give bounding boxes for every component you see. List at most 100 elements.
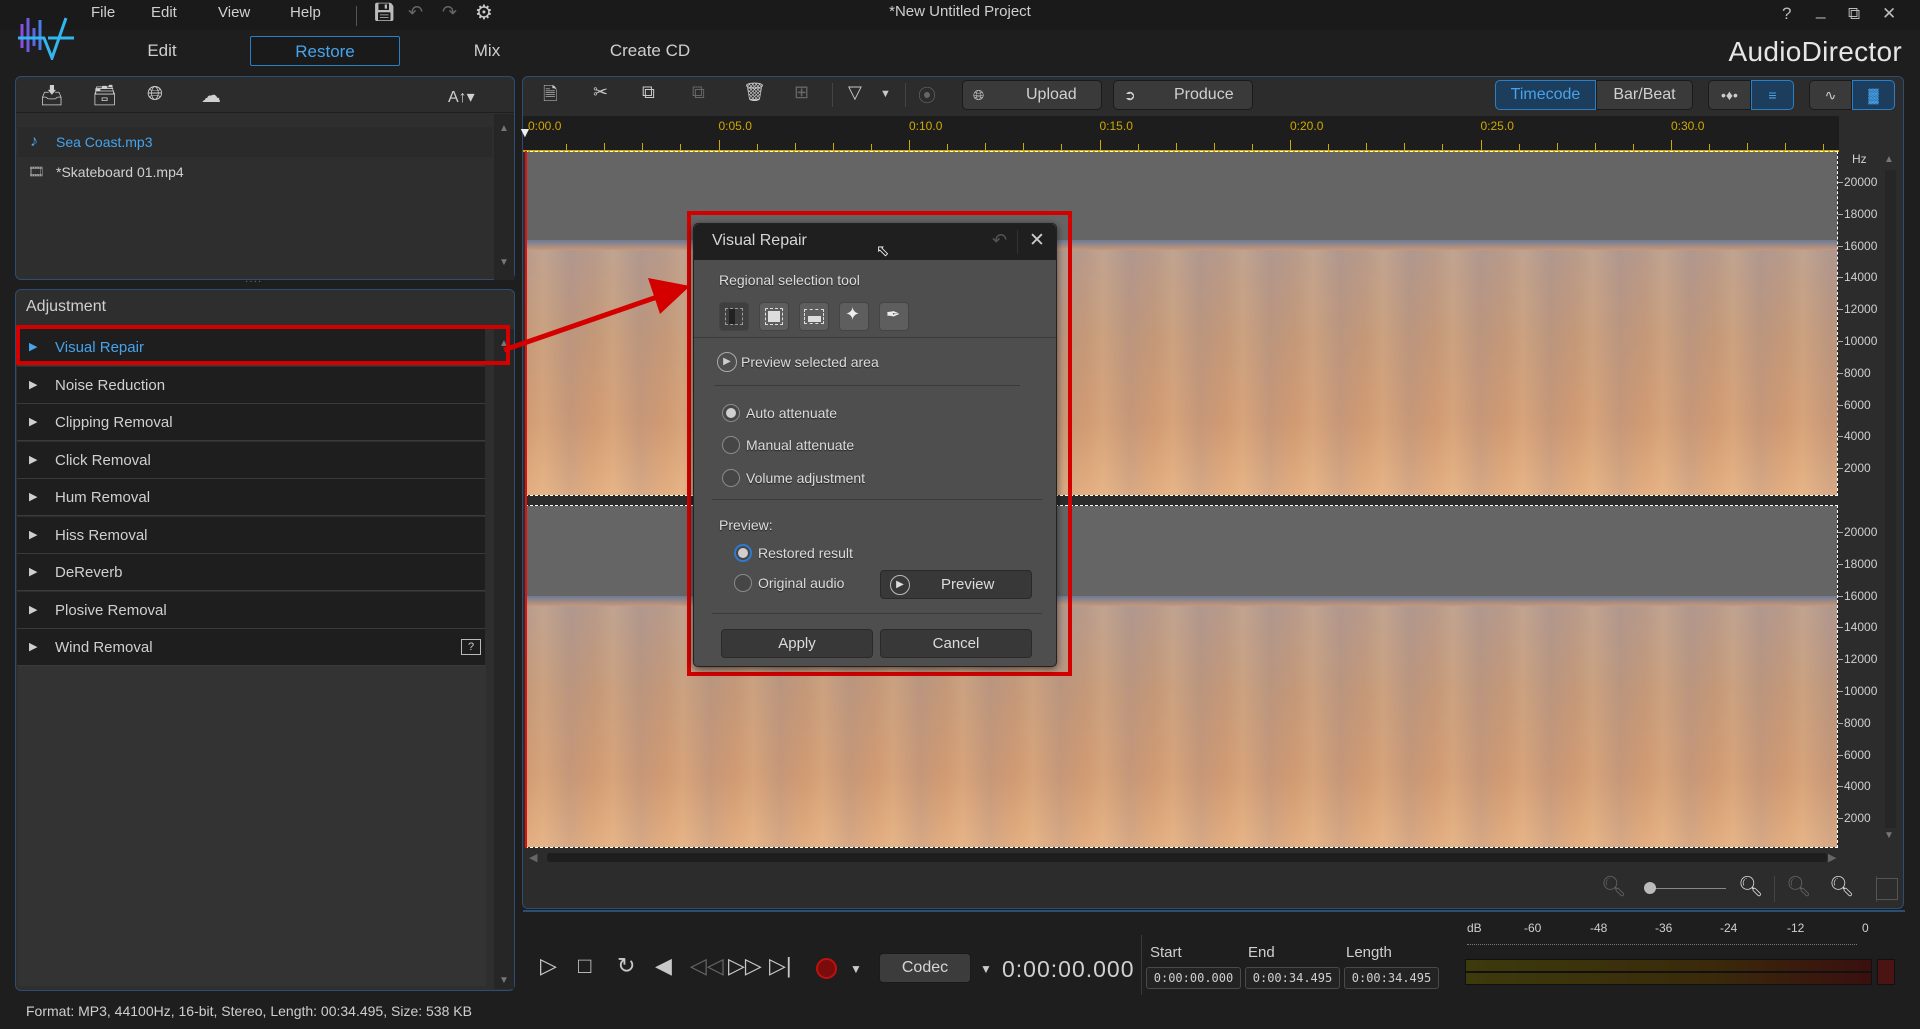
delete-icon[interactable]: 🗑︎ <box>743 82 766 106</box>
stop-icon[interactable]: □ <box>578 953 591 979</box>
adjustment-item-hum-removal[interactable]: ▶ Hum Removal <box>17 479 485 516</box>
end-time-field[interactable]: 0:00:34.495 <box>1245 967 1340 989</box>
adjustment-item-noise-reduction[interactable]: ▶ Noise Reduction <box>17 366 485 404</box>
settings-icon[interactable]: ⚙ <box>475 0 493 25</box>
tab-create-cd[interactable]: Create CD <box>590 36 710 66</box>
scroll-right-icon[interactable]: ▶ <box>1828 851 1836 864</box>
import-media-icon[interactable]: 📥︎ <box>39 83 64 108</box>
close-button[interactable]: ✕ <box>1882 4 1896 24</box>
menu-edit[interactable]: Edit <box>151 4 177 21</box>
marker-icon[interactable]: ▽ <box>848 82 862 106</box>
broadcast-icon[interactable]: ⦿ <box>918 82 936 106</box>
paste-icon[interactable]: ⧉ <box>692 82 705 106</box>
length-time-field[interactable]: 0:00:34.495 <box>1344 967 1439 989</box>
undo-icon[interactable]: ↶ <box>408 2 423 23</box>
scroll-down-icon[interactable]: ▼ <box>499 975 509 986</box>
restore-button[interactable]: ⧉ <box>1848 4 1860 24</box>
adjustment-scrollbar[interactable] <box>494 329 514 989</box>
redo-icon[interactable]: ↷ <box>442 2 457 23</box>
adjustment-item-wind-removal[interactable]: ▶ Wind Removal? <box>17 629 485 666</box>
horizontal-scrollbar[interactable] <box>547 853 1827 862</box>
minimize-button[interactable]: _ <box>1816 0 1825 20</box>
original-audio-radio[interactable] <box>734 574 752 592</box>
copy-icon[interactable]: ⧉ <box>642 82 655 106</box>
waveform-mono-icon[interactable]: •♦• <box>1708 80 1751 110</box>
scroll-left-icon[interactable]: ◀ <box>529 851 537 864</box>
barbeat-toggle[interactable]: Bar/Beat <box>1596 80 1693 110</box>
record-dropdown-icon[interactable]: ▼ <box>850 962 862 976</box>
loop-icon[interactable]: ↻ <box>617 953 635 979</box>
volume-adjustment-radio[interactable] <box>722 469 740 487</box>
import-list-icon[interactable]: 🗃︎ <box>92 83 117 108</box>
scroll-up-icon[interactable]: ▲ <box>499 123 509 134</box>
menu-file[interactable]: File <box>91 4 115 21</box>
timecode-toggle[interactable]: Timecode <box>1495 80 1596 110</box>
time-ruler[interactable]: 0:00.0 0:05.0 0:10.0 0:15.0 0:20.0 0:25.0 0:30… <box>523 116 1839 150</box>
playhead-icon[interactable]: ▼ <box>518 124 532 140</box>
save-icon[interactable]: 💾︎ <box>373 2 396 23</box>
codec-dropdown-icon[interactable]: ▼ <box>980 962 992 976</box>
zoom-slider-handle[interactable] <box>1644 882 1656 894</box>
frequency-scrollbar[interactable] <box>1885 170 1896 828</box>
time-selection-tool[interactable] <box>719 302 749 331</box>
zoom-in-horizontal-icon[interactable]: 🔍︎ <box>1738 874 1763 899</box>
codec-button[interactable]: Codec <box>879 953 971 983</box>
manual-attenuate-radio[interactable] <box>722 436 740 454</box>
brush-tool[interactable]: ✒ <box>879 302 909 331</box>
waveform-view-icon[interactable]: ∿ <box>1809 80 1852 110</box>
library-item[interactable]: 🎞︎ *Skateboard 01.mp4 <box>18 157 492 187</box>
tab-edit[interactable]: Edit <box>130 36 194 66</box>
frequency-selection-tool[interactable] <box>799 302 829 331</box>
preview-button[interactable]: ▶ Preview <box>880 570 1032 599</box>
preview-selected-area-link[interactable]: Preview selected area <box>741 354 879 370</box>
rewind-icon[interactable]: ◁◁ <box>690 953 724 979</box>
marker-dropdown-icon[interactable]: ▼ <box>880 88 891 112</box>
help-icon[interactable]: ? <box>461 639 481 655</box>
cloud-icon[interactable]: ☁ <box>201 83 221 108</box>
adjustment-item-click-removal[interactable]: ▶ Click Removal <box>17 441 485 479</box>
adjustment-item-dereverb[interactable]: ▶ DeReverb <box>17 554 485 591</box>
upload-button[interactable]: 🌐︎ Upload <box>962 80 1102 110</box>
undo-icon[interactable]: ↶ <box>992 230 1007 251</box>
cancel-button[interactable]: Cancel <box>880 629 1032 658</box>
rectangle-selection-tool[interactable] <box>759 302 789 331</box>
help-button[interactable]: ? <box>1782 4 1791 24</box>
download-online-icon[interactable]: 🌐︎ <box>147 83 163 106</box>
menu-help[interactable]: Help <box>290 4 321 21</box>
preview-area-play-icon[interactable]: ▶ <box>717 352 737 372</box>
scroll-down-icon[interactable]: ▼ <box>1884 830 1894 841</box>
scroll-up-icon[interactable]: ▲ <box>1884 154 1894 165</box>
clip-indicator[interactable] <box>1877 959 1895 985</box>
magic-wand-tool[interactable]: ✦ <box>839 302 869 331</box>
spectral-view-icon[interactable]: ▓ <box>1852 80 1895 110</box>
fit-view-icon[interactable] <box>1876 878 1898 900</box>
record-button[interactable] <box>816 958 837 979</box>
tab-mix[interactable]: Mix <box>455 36 519 66</box>
sort-button[interactable]: A↑▾ <box>448 87 475 107</box>
zoom-in-vertical-icon[interactable]: 🔍︎ <box>1829 874 1854 899</box>
produce-button[interactable]: ➲ Produce <box>1113 80 1253 110</box>
start-time-field[interactable]: 0:00:00.000 <box>1146 967 1241 989</box>
adjustment-item-plosive-removal[interactable]: ▶ Plosive Removal <box>17 591 485 629</box>
tab-restore[interactable]: Restore <box>250 36 400 66</box>
library-scrollbar[interactable] <box>494 114 514 280</box>
play-icon[interactable]: ▷ <box>540 953 557 979</box>
zoom-out-vertical-icon[interactable]: 🔍︎ <box>1786 874 1811 899</box>
apply-button[interactable]: Apply <box>721 629 873 658</box>
menu-view[interactable]: View <box>218 4 250 21</box>
panel-resize-handle[interactable]: ···· <box>245 276 262 287</box>
cut-icon[interactable]: ✂ <box>593 82 608 106</box>
restored-result-radio[interactable] <box>734 544 752 562</box>
close-icon[interactable]: ✕ <box>1029 229 1045 252</box>
fast-forward-icon[interactable]: ▷▷ <box>728 953 762 979</box>
properties-icon[interactable]: 🗎︎ <box>543 82 557 106</box>
scroll-down-icon[interactable]: ▼ <box>499 257 509 268</box>
crop-icon[interactable]: ⊞ <box>794 82 809 106</box>
adjustment-item-clipping-removal[interactable]: ▶ Clipping Removal <box>17 404 485 441</box>
adjustment-item-hiss-removal[interactable]: ▶ Hiss Removal <box>17 516 485 554</box>
auto-attenuate-radio[interactable] <box>722 404 740 422</box>
waveform-multitrack-icon[interactable]: ≡ <box>1751 80 1794 110</box>
zoom-slider[interactable] <box>1650 888 1726 889</box>
library-item[interactable]: ♪ Sea Coast.mp3 <box>18 127 492 157</box>
zoom-out-horizontal-icon[interactable]: 🔍︎ <box>1601 874 1626 899</box>
